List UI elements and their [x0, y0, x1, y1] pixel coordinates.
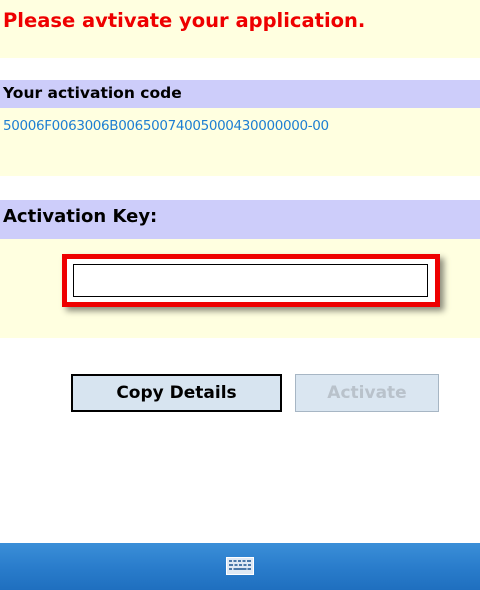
activation-code-value: 50006F0063006B00650074005000430000000-00: [3, 118, 329, 134]
activation-key-input[interactable]: [73, 264, 428, 297]
activation-key-highlight-frame: [62, 254, 440, 307]
activate-button[interactable]: Activate: [295, 374, 439, 412]
page-title: Please avtivate your application.: [3, 9, 366, 32]
activation-screen: Please avtivate your application. Your a…: [0, 0, 480, 590]
spacer: [0, 58, 480, 80]
activation-key-label: Activation Key:: [3, 206, 158, 227]
spacer: [0, 176, 480, 200]
copy-details-button[interactable]: Copy Details: [71, 374, 282, 412]
activation-code-label: Your activation code: [3, 84, 182, 102]
keyboard-icon[interactable]: [226, 557, 254, 575]
